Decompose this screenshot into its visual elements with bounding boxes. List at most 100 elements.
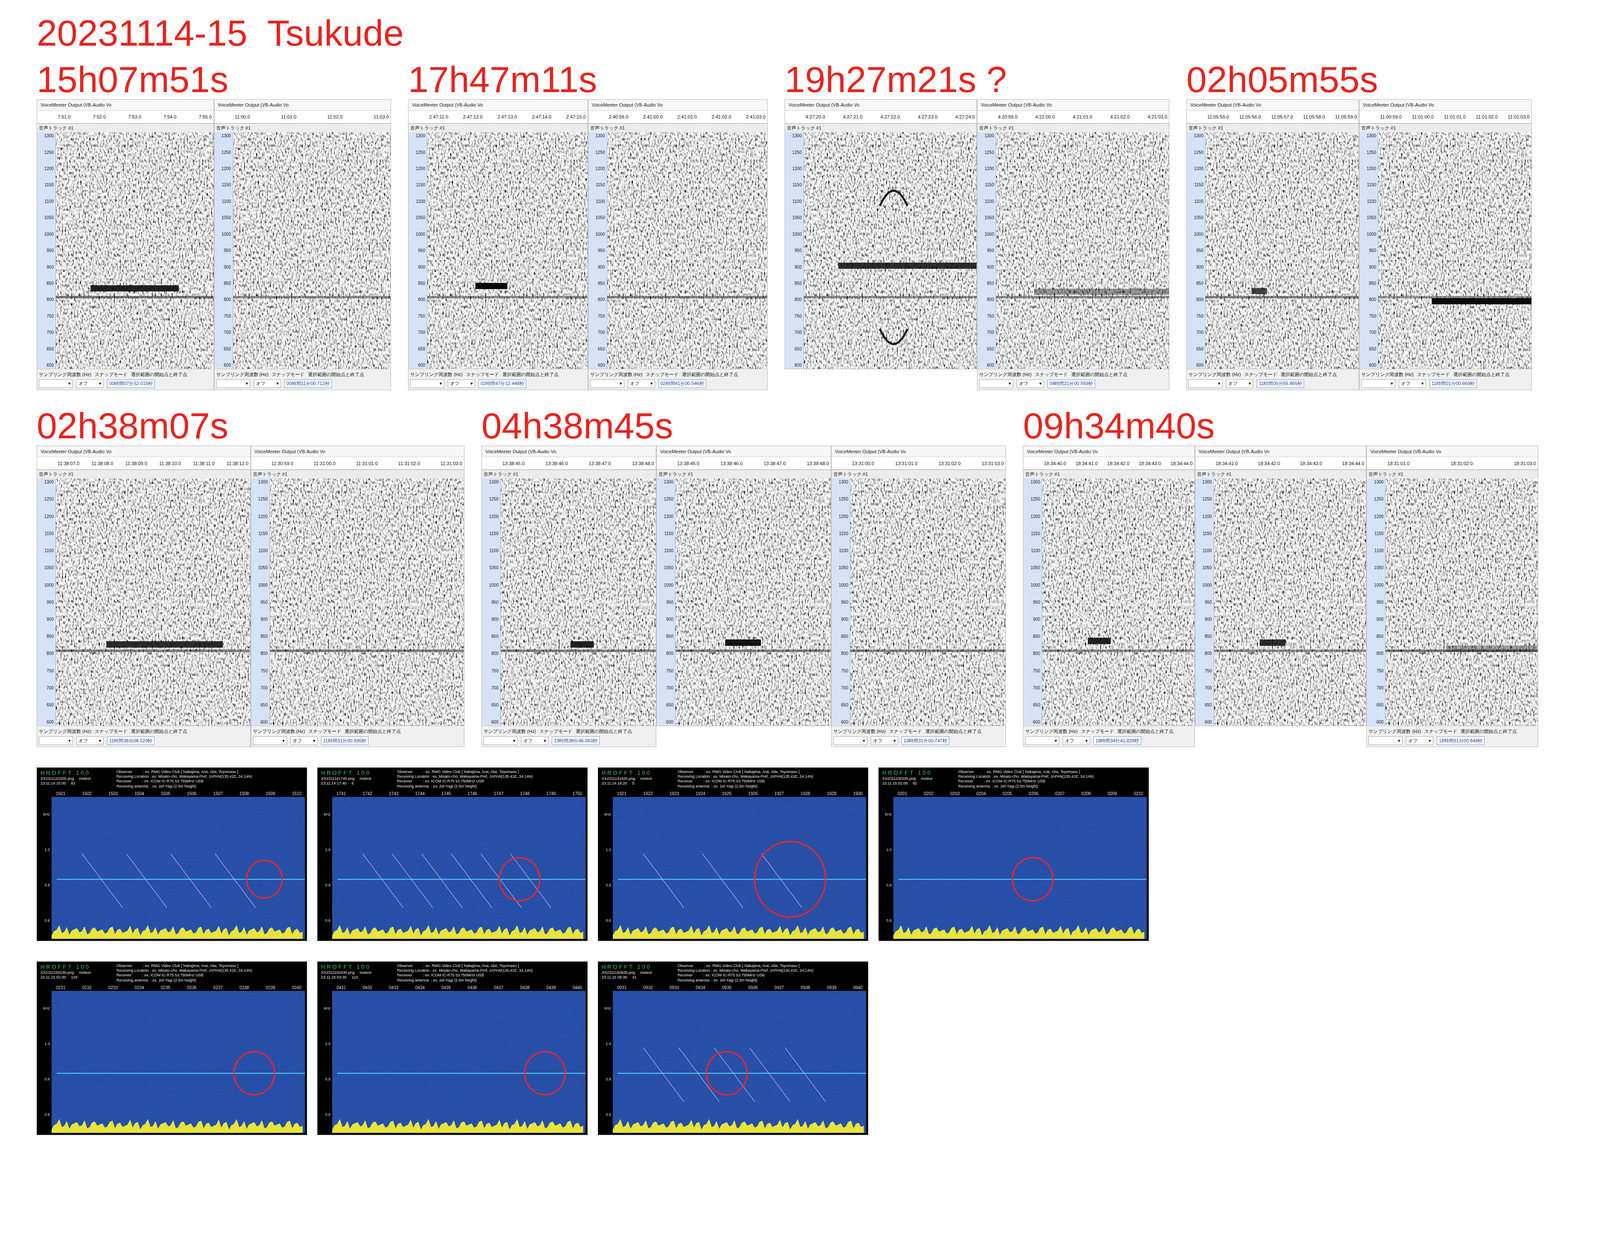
selection-start-field[interactable]: 11時間31分00.936秒: [321, 736, 369, 745]
sample-rate-select[interactable]: ▾: [483, 736, 518, 745]
sample-rate-select[interactable]: ▾: [252, 736, 287, 745]
time-ruler[interactable]: 13:38:45.013:38:46.013:38:47.013:38:48.0: [656, 457, 831, 470]
snap-select[interactable]: オフ▾: [76, 736, 104, 745]
time-ruler[interactable]: 13:31:00.013:31:01.013:31:02.013:31:03.0: [831, 457, 1006, 470]
time-ruler[interactable]: 13:38:45.013:38:46.013:38:47.013:38:48.0: [481, 457, 656, 470]
selection-start-field[interactable]: 02時間47分12.448秒: [478, 379, 527, 389]
snap-select[interactable]: オフ▾: [76, 379, 104, 389]
spectrogram[interactable]: [803, 132, 977, 369]
selection-start-field[interactable]: 02時間41分00.546秒: [658, 379, 707, 389]
frequency-tick: 600: [1368, 362, 1377, 369]
spectrogram[interactable]: [55, 478, 251, 726]
device-bar[interactable]: VoiceMeeter Output (VB-Audio Vo: [785, 99, 977, 111]
device-bar[interactable]: VoiceMeeter Output (VB-Audio Vo: [1186, 99, 1359, 111]
sample-rate-select[interactable]: ▾: [1188, 379, 1223, 389]
spectrogram[interactable]: [1205, 132, 1359, 369]
snap-select[interactable]: オフ▾: [1062, 736, 1090, 745]
selection-start-field[interactable]: 11時間01分00.669秒: [1429, 379, 1477, 389]
spectrogram[interactable]: [675, 478, 831, 726]
snap-select[interactable]: オフ▾: [1405, 736, 1434, 745]
time-ruler[interactable]: 2:40:59.02:41:00.02:41:01.02:41:02.02:41…: [588, 110, 768, 124]
minute-tick: 0436: [467, 984, 478, 992]
selection-start-field[interactable]: 00時間07分52.015秒: [107, 379, 155, 389]
sample-rate-select[interactable]: ▾: [833, 736, 868, 745]
time-ruler[interactable]: 11:00:59.011:01:00.011:01:01.011:01:02.0…: [1359, 110, 1532, 124]
sample-rate-select[interactable]: ▾: [590, 379, 625, 389]
device-bar[interactable]: VoiceMeeter Output (VB-Audio Vo: [588, 99, 768, 111]
sample-rate-select[interactable]: ▾: [979, 379, 1014, 389]
time-ruler[interactable]: 18:31:01.018:31:02.018:31:03.0: [1366, 457, 1538, 470]
device-bar[interactable]: VoiceMeeter Output (VB-Audio Vo: [214, 99, 392, 111]
time-ruler[interactable]: 2:47:11.02:47:12.02:47:13.02:47:14.02:47…: [408, 110, 588, 124]
time-ruler[interactable]: 11:05:55.011:05:56.011:05:57.011:05:58.0…: [1186, 110, 1359, 124]
sample-rate-select[interactable]: ▾: [38, 736, 73, 745]
time-tick: 4:27:22.0: [880, 113, 901, 121]
device-bar[interactable]: VoiceMeeter Output (VB-Audio Vo: [1359, 99, 1532, 111]
time-ruler[interactable]: 4:20:59.04:21:00.04:21:01.04:21:02.04:21…: [977, 110, 1169, 124]
selection-start-field[interactable]: 18時間31分00.849秒: [1436, 736, 1485, 745]
spectrogram[interactable]: [1378, 132, 1532, 369]
selection-start-field[interactable]: 13時間38分46.063秒: [551, 736, 600, 745]
frequency-tick: 1000: [663, 582, 674, 589]
device-bar[interactable]: VoiceMeeter Output (VB-Audio Vo: [37, 446, 251, 458]
frequency-tick: 650: [1032, 701, 1041, 709]
spectrogram[interactable]: [427, 132, 588, 369]
file-date: 23.11.15 02:30: [40, 975, 66, 980]
snap-select[interactable]: オフ▾: [521, 736, 549, 745]
station-info: Receiving antenna : ex. 2el-Yagi (2.5m h…: [677, 784, 865, 789]
device-bar[interactable]: VoiceMeeter Output (VB-Audio Vo: [1366, 446, 1538, 458]
time-ruler[interactable]: 4:27:20.04:27:21.04:27:22.04:27:23.04:27…: [785, 110, 977, 124]
time-ruler[interactable]: 11:00.011:01.011:02.011:03.0: [214, 110, 392, 124]
sample-rate-select[interactable]: ▾: [1368, 736, 1403, 745]
time-ruler[interactable]: 18:34:41.018:34:42.018:34:43.018:34:44.0: [1195, 457, 1367, 470]
time-ruler[interactable]: 11:30:59.011:31:00.011:31:01.011:31:02.0…: [251, 457, 465, 470]
sample-rate-select[interactable]: ▾: [38, 379, 73, 389]
device-bar[interactable]: VoiceMeeter Output (VB-Audio Vo: [251, 446, 465, 458]
snap-select[interactable]: オフ▾: [447, 379, 476, 389]
selection-start-field[interactable]: 04時間21分00.559秒: [1047, 379, 1096, 389]
selection-start-field[interactable]: 13時間31分00.747秒: [901, 736, 950, 745]
spectrogram[interactable]: [269, 478, 465, 726]
device-bar[interactable]: VoiceMeeter Output (VB-Audio Vo: [831, 446, 1006, 458]
spectrogram[interactable]: [55, 132, 214, 369]
device-bar[interactable]: VoiceMeeter Output (VB-Audio Vo: [481, 446, 656, 458]
selection-footer: サンプリング周波数 (Hz)スナップモード選択範囲の開始点と終了点▾オフ▾02時…: [588, 368, 768, 390]
spectrogram[interactable]: [500, 478, 656, 726]
device-bar[interactable]: VoiceMeeter Output (VB-Audio Vo: [1195, 446, 1367, 458]
sample-rate-select[interactable]: ▾: [216, 379, 251, 389]
sample-rate-select[interactable]: ▾: [1025, 736, 1060, 745]
snap-select[interactable]: オフ▾: [253, 379, 282, 389]
spectrogram[interactable]: [850, 478, 1006, 726]
track-label: 音声トラック #1: [977, 123, 1169, 133]
selection-start-field[interactable]: 11時間05分55.865秒: [1256, 379, 1305, 389]
snap-select[interactable]: オフ▾: [1398, 379, 1427, 389]
snap-select[interactable]: オフ▾: [290, 736, 318, 745]
time-ruler[interactable]: 7:51.07:52.07:53.07:54.07:55.0: [37, 110, 214, 124]
snap-select[interactable]: オフ▾: [627, 379, 656, 389]
spectrogram[interactable]: [1214, 478, 1367, 726]
spectrogram[interactable]: [1042, 478, 1195, 726]
device-bar[interactable]: VoiceMeeter Output (VB-Audio Vo: [1023, 446, 1195, 458]
spectrogram[interactable]: [607, 132, 768, 369]
snap-select[interactable]: オフ▾: [870, 736, 899, 745]
minute-tick: 1504: [134, 790, 145, 798]
spectrogram[interactable]: [1385, 478, 1538, 726]
frequency-tick: 650: [491, 701, 499, 709]
snap-select[interactable]: オフ▾: [1226, 379, 1254, 389]
device-bar[interactable]: VoiceMeeter Output (VB-Audio Vo: [37, 99, 214, 111]
sample-rate-select[interactable]: ▾: [410, 379, 445, 389]
device-bar[interactable]: VoiceMeeter Output (VB-Audio Vo: [408, 99, 588, 111]
sample-rate-select[interactable]: ▾: [1361, 379, 1396, 389]
spectrogram[interactable]: [996, 132, 1169, 369]
selection-start-field[interactable]: 11時間38分08.020秒: [107, 736, 155, 745]
time-tick: 11:30:59.0: [271, 460, 294, 468]
device-bar[interactable]: VoiceMeeter Output (VB-Audio Vo: [656, 446, 831, 458]
time-ruler[interactable]: 18:34:40.018:34:41.018:34:42.018:34:43.0…: [1023, 457, 1195, 470]
selection-start-field[interactable]: 18時間34分41.828秒: [1093, 736, 1142, 745]
spectrogram[interactable]: [233, 132, 392, 369]
snap-select[interactable]: オフ▾: [1016, 379, 1044, 389]
time-ruler[interactable]: 11:38:07.011:38:08.011:38:09.011:38:10.0…: [37, 457, 251, 470]
frequency-tick: 900: [1368, 263, 1377, 271]
device-bar[interactable]: VoiceMeeter Output (VB-Audio Vo: [977, 99, 1169, 111]
selection-start-field[interactable]: 00時間11分00.712秒: [284, 379, 332, 389]
